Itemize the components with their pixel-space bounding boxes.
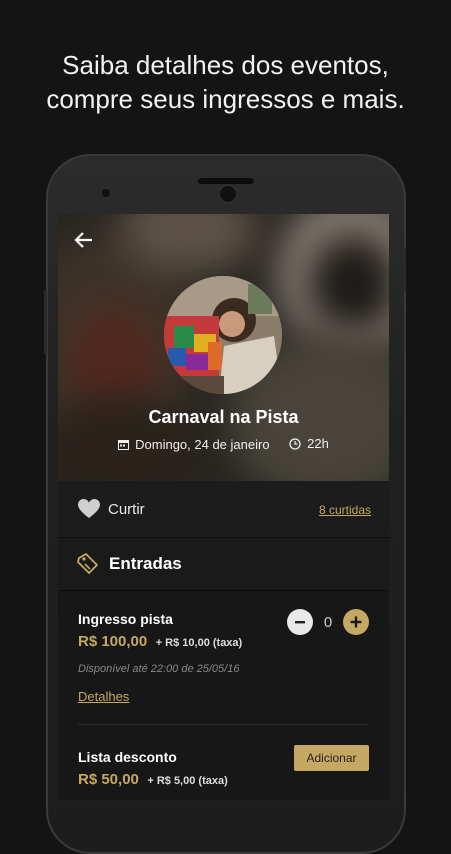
ticket-price: R$ 50,00	[78, 771, 139, 788]
event-title: Carnaval na Pista	[148, 407, 299, 427]
ticket-details-link[interactable]: Detalhes	[78, 689, 369, 704]
like-label[interactable]: Curtir	[108, 501, 145, 518]
ticket-availability: Disponível até 22:00 de 25/05/16	[78, 663, 240, 675]
ticket-price-row: R$ 100,00 + R$ 10,00 (taxa)	[78, 633, 369, 651]
tickets-section-header: Entradas	[58, 538, 389, 591]
headline-line-2: compre seus ingressos e mais.	[46, 84, 405, 114]
ticket-price: R$ 100,00	[78, 633, 148, 650]
event-hero: Carnaval na Pista Domingo, 24 de janeiro…	[58, 214, 389, 481]
ticket-item: Lista desconto R$ 50,00 + R$ 5,00 (taxa)…	[78, 745, 369, 789]
like-button[interactable]	[78, 499, 100, 524]
back-button[interactable]	[74, 230, 98, 254]
clock-icon	[289, 437, 301, 450]
event-meta: Domingo, 24 de janeiro 22h	[58, 436, 389, 453]
add-ticket-button[interactable]: Adicionar	[294, 745, 369, 771]
quantity-value: 0	[323, 613, 333, 631]
ticket-icon	[77, 553, 98, 574]
tickets-section-title: Entradas	[109, 554, 182, 573]
headline-line-1: Saiba detalhes dos eventos,	[62, 50, 389, 80]
heart-icon	[78, 499, 100, 518]
event-time: 22h	[289, 436, 329, 451]
power-button	[44, 290, 47, 354]
decrease-quantity-button[interactable]	[287, 609, 313, 635]
promo-headline: Saiba detalhes dos eventos, compre seus …	[0, 48, 451, 116]
ticket-price-row: R$ 50,00 + R$ 5,00 (taxa)	[78, 771, 369, 789]
app-screen: Carnaval na Pista Domingo, 24 de janeiro…	[58, 214, 389, 800]
ticket-fee: + R$ 10,00 (taxa)	[155, 637, 243, 649]
like-row: Curtir 8 curtidas	[58, 481, 389, 538]
ticket-divider	[78, 724, 369, 725]
plus-icon	[350, 616, 362, 628]
quantity-stepper: 0	[287, 609, 369, 635]
event-avatar	[164, 276, 282, 394]
event-date: Domingo, 24 de janeiro	[118, 436, 270, 452]
event-date-text: Domingo, 24 de janeiro	[135, 436, 270, 452]
front-camera	[218, 184, 238, 204]
event-time-text: 22h	[307, 436, 329, 451]
arrow-left-icon	[74, 232, 92, 248]
volume-button	[403, 248, 406, 292]
likes-count-link[interactable]: 8 curtidas	[319, 503, 371, 517]
increase-quantity-button[interactable]	[343, 609, 369, 635]
proximity-sensor	[102, 189, 110, 197]
calendar-icon	[118, 439, 130, 450]
minus-icon	[295, 621, 305, 624]
ticket-fee: + R$ 5,00 (taxa)	[147, 775, 228, 787]
avatar-photo	[164, 276, 282, 394]
ticket-item: Ingresso pista R$ 100,00 + R$ 10,00 (tax…	[78, 609, 369, 704]
